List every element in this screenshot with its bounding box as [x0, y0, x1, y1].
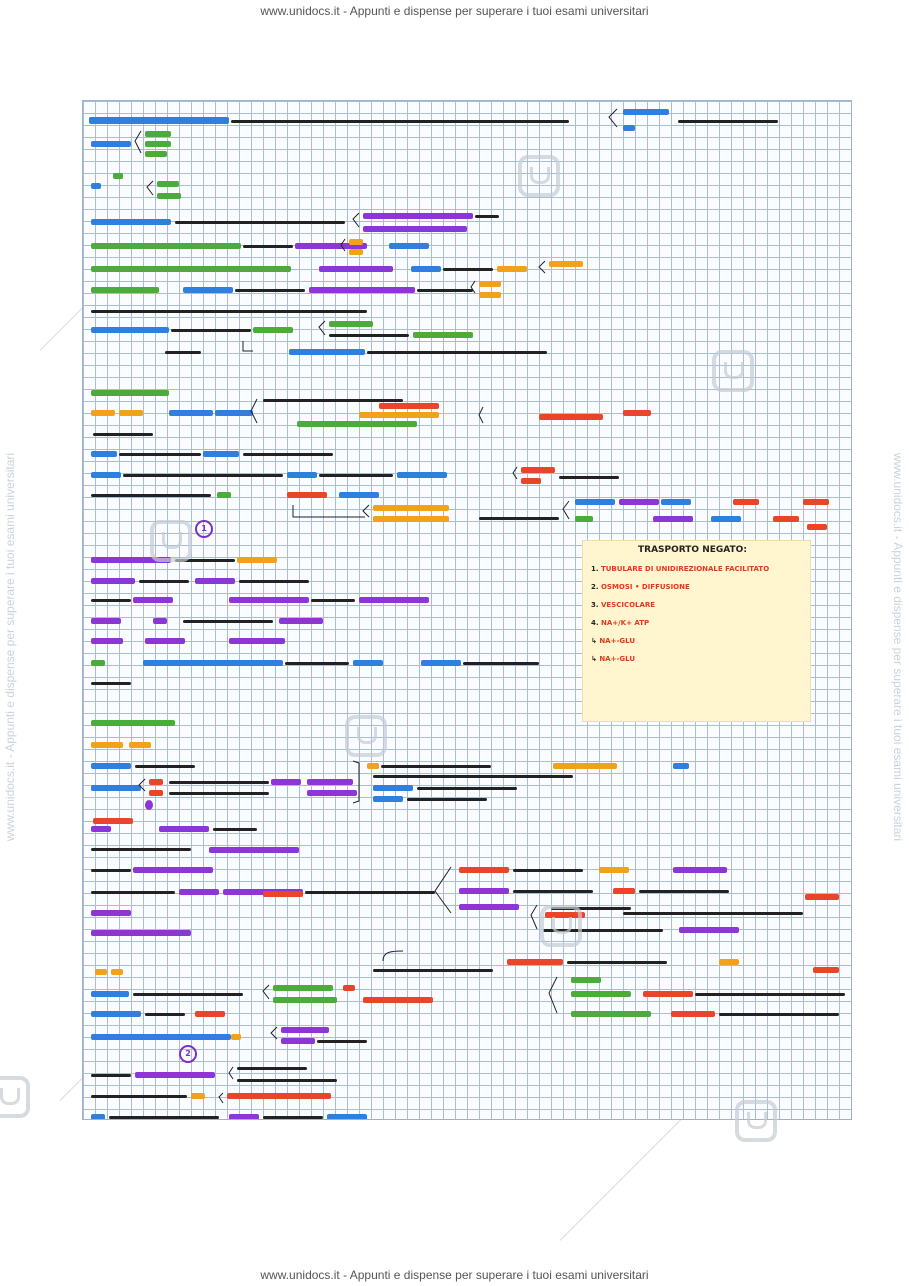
note-item: ↳ NA+-GLU: [591, 655, 635, 663]
bottom-banner: www.unidocs.it - Appunti e dispense per …: [260, 1268, 649, 1282]
note-title: TRASPORTO NEGATO:: [638, 545, 747, 555]
note-item-num: 2.: [591, 583, 599, 591]
note-item-num: ↳: [591, 637, 597, 645]
watermark-logo-icon: [735, 1100, 777, 1142]
watermark-logo-icon: [540, 905, 582, 947]
side-watermark-right: www.unidocs.it - Appunti e dispense per …: [891, 452, 905, 842]
section-badge: 2: [179, 1045, 197, 1063]
watermark-logo-icon: [0, 1076, 30, 1118]
side-watermark-left: www.unidocs.it - Appunti e dispense per …: [3, 452, 17, 842]
note-item-num: 3.: [591, 601, 599, 609]
note-item-text: OSMOSI • DIFFUSIONE: [600, 583, 690, 591]
note-item: ↳ NA+-GLU: [591, 637, 635, 645]
note-item-text: NA+-GLU: [599, 655, 635, 663]
note-item-num: ↳: [591, 655, 597, 663]
note-item-num: 4.: [591, 619, 599, 627]
section-badge: 1: [195, 520, 213, 538]
note-item: 2. OSMOSI • DIFFUSIONE: [591, 583, 690, 591]
top-banner: www.unidocs.it - Appunti e dispense per …: [260, 4, 649, 18]
note-item: 4. NA+/K+ ATP: [591, 619, 649, 627]
watermark-logo-icon: [345, 715, 387, 757]
note-item: 1. TUBULARE DI UNIDIREZIONALE FACILITATO: [591, 565, 769, 573]
note-item: 3. VESCICOLARE: [591, 601, 655, 609]
note-item-num: 1.: [591, 565, 599, 573]
watermark-logo-icon: [150, 520, 192, 562]
note-item-text: NA+-GLU: [599, 637, 635, 645]
purple-bullet: [145, 800, 153, 810]
watermark-logo-icon: [518, 155, 560, 197]
note-card: TRASPORTO NEGATO: 1. TUBULARE DI UNIDIRE…: [582, 540, 811, 722]
watermark-logo-icon: [712, 350, 754, 392]
note-item-text: TUBULARE DI UNIDIREZIONALE FACILITATO: [600, 565, 770, 573]
note-item-text: NA+/K+ ATP: [600, 619, 650, 627]
grid-sheet: 1 2 TRASPORTO NEGATO: 1. TUBULARE DI UNI…: [82, 100, 852, 1120]
note-item-text: VESCICOLARE: [600, 601, 656, 609]
